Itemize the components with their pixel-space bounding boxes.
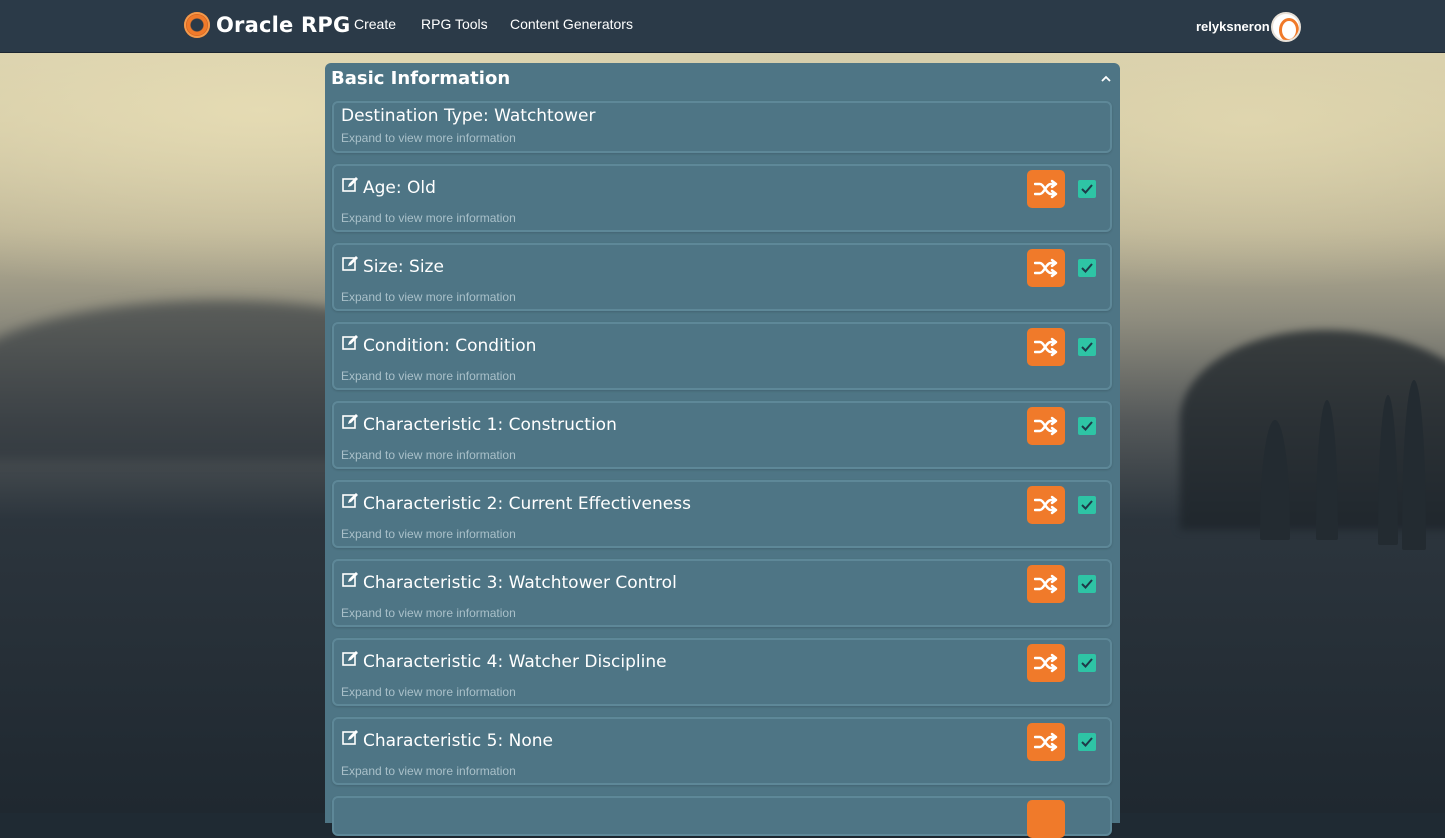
item-title: Characteristic 1: Construction	[363, 415, 617, 435]
checkbox-checked-icon[interactable]	[1078, 259, 1096, 277]
item-title: Size: Size	[363, 257, 444, 277]
list-item[interactable]: Characteristic 3: Watchtower Control Exp…	[332, 559, 1112, 627]
brand-name: Oracle RPG	[216, 13, 351, 37]
username-label[interactable]: relyksneron	[1196, 19, 1270, 34]
nav-link-content-generators[interactable]: Content Generators	[510, 16, 633, 32]
checkbox-checked-icon[interactable]	[1078, 575, 1096, 593]
shuffle-icon	[1034, 416, 1058, 436]
nav-link-create[interactable]: Create	[354, 16, 396, 32]
expand-info-text[interactable]: Expand to view more information	[341, 211, 516, 225]
shuffle-icon	[1034, 179, 1058, 199]
shuffle-button[interactable]	[1027, 800, 1065, 838]
checkbox-checked-icon[interactable]	[1078, 417, 1096, 435]
item-title: Characteristic 5: None	[363, 731, 553, 751]
edit-icon[interactable]	[342, 571, 359, 588]
edit-icon[interactable]	[342, 492, 359, 509]
item-title: Characteristic 3: Watchtower Control	[363, 573, 677, 593]
shuffle-button[interactable]	[1027, 644, 1065, 682]
item-title: Age: Old	[363, 178, 436, 198]
expand-info-text[interactable]: Expand to view more information	[341, 606, 516, 620]
checkbox-checked-icon[interactable]	[1078, 338, 1096, 356]
shuffle-button[interactable]	[1027, 407, 1065, 445]
list-item[interactable]: Characteristic 4: Watcher Discipline Exp…	[332, 638, 1112, 706]
expand-info-text[interactable]: Expand to view more information	[341, 369, 516, 383]
shuffle-button[interactable]	[1027, 486, 1065, 524]
list-item[interactable]: Size: Size Expand to view more informati…	[332, 243, 1112, 311]
shuffle-button[interactable]	[1027, 170, 1065, 208]
list-item[interactable]: Characteristic 2: Current Effectiveness …	[332, 480, 1112, 548]
checkbox-checked-icon[interactable]	[1078, 180, 1096, 198]
oracle-rpg-logo-icon	[184, 12, 210, 38]
expand-info-text[interactable]: Expand to view more information	[341, 527, 516, 541]
shuffle-button[interactable]	[1027, 249, 1065, 287]
expand-info-text[interactable]: Expand to view more information	[341, 290, 516, 304]
shuffle-icon	[1034, 732, 1058, 752]
destination-type-card[interactable]: Destination Type: Watchtower Expand to v…	[332, 101, 1112, 153]
checkbox-checked-icon[interactable]	[1078, 496, 1096, 514]
list-item[interactable]: Condition: Condition Expand to view more…	[332, 322, 1112, 390]
expand-info-text[interactable]: Expand to view more information	[341, 448, 516, 462]
expand-info-text[interactable]: Expand to view more information	[341, 685, 516, 699]
panel-title: Basic Information	[331, 68, 511, 89]
item-title: Characteristic 2: Current Effectiveness	[363, 494, 691, 514]
shuffle-button[interactable]	[1027, 565, 1065, 603]
list-item[interactable]: Characteristic 1: Construction Expand to…	[332, 401, 1112, 469]
expand-info-text[interactable]: Expand to view more information	[341, 131, 516, 145]
shuffle-button[interactable]	[1027, 723, 1065, 761]
top-navbar: Oracle RPG Create RPG Tools Content Gene…	[0, 0, 1445, 53]
user-avatar-icon[interactable]	[1271, 12, 1301, 42]
list-item[interactable]	[332, 796, 1112, 838]
shuffle-icon	[1034, 495, 1058, 515]
chevron-up-icon[interactable]	[1098, 71, 1114, 87]
edit-icon[interactable]	[342, 650, 359, 667]
edit-icon[interactable]	[342, 729, 359, 746]
list-item[interactable]: Characteristic 5: None Expand to view mo…	[332, 717, 1112, 785]
destination-type-title: Destination Type: Watchtower	[341, 106, 596, 126]
edit-icon[interactable]	[342, 334, 359, 351]
edit-icon[interactable]	[342, 413, 359, 430]
shuffle-icon	[1034, 574, 1058, 594]
list-item[interactable]: Age: Old Expand to view more information	[332, 164, 1112, 232]
nav-link-rpg-tools[interactable]: RPG Tools	[421, 16, 488, 32]
item-title: Condition: Condition	[363, 336, 537, 356]
brand-link[interactable]: Oracle RPG	[184, 12, 350, 38]
edit-icon[interactable]	[342, 176, 359, 193]
basic-information-panel: Basic Information Destination Type: Watc…	[325, 63, 1120, 838]
checkbox-checked-icon[interactable]	[1078, 733, 1096, 751]
checkbox-checked-icon[interactable]	[1078, 654, 1096, 672]
shuffle-icon	[1034, 337, 1058, 357]
edit-icon[interactable]	[342, 255, 359, 272]
shuffle-icon	[1034, 653, 1058, 673]
shuffle-button[interactable]	[1027, 328, 1065, 366]
item-title: Characteristic 4: Watcher Discipline	[363, 652, 667, 672]
expand-info-text[interactable]: Expand to view more information	[341, 764, 516, 778]
shuffle-icon	[1034, 258, 1058, 278]
